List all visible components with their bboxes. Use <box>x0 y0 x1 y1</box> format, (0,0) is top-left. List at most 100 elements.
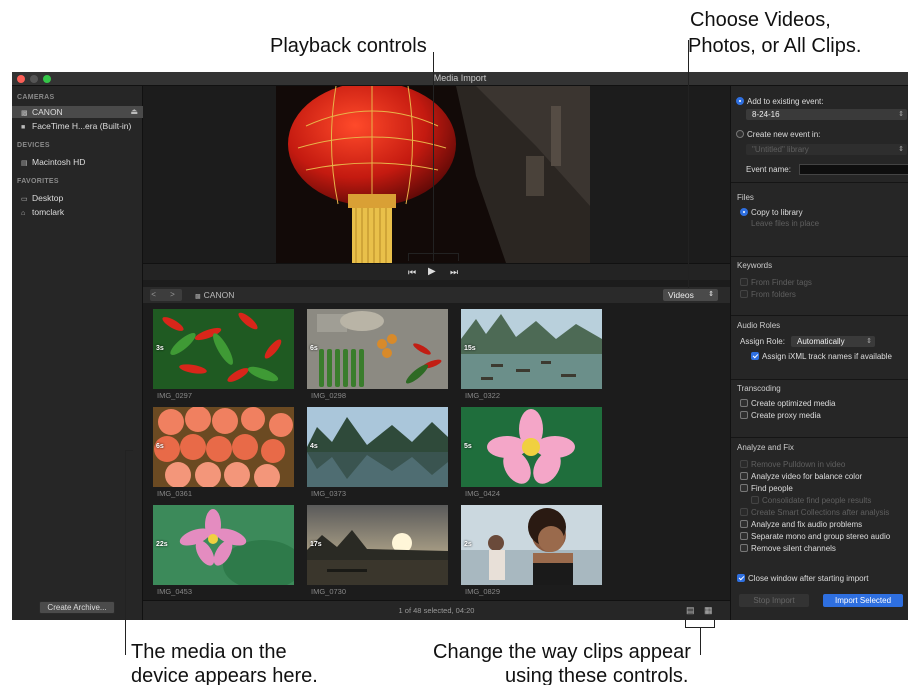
sidebar-item-desktop[interactable]: ▭ Desktop <box>12 192 143 204</box>
clip-thumbnail[interactable]: 17s <box>307 505 448 585</box>
callout-change-line2: using these controls. <box>505 665 689 685</box>
clip-thumbnail[interactable]: 15s <box>461 309 602 389</box>
analyze-fix-header: Analyze and Fix <box>737 443 794 452</box>
remove-silent-checkbox[interactable]: Remove silent channels <box>740 543 908 555</box>
remove-pulldown-checkbox[interactable]: Remove Pulldown in video <box>740 459 908 471</box>
filmstrip-view-icon[interactable]: ▦ <box>704 605 713 616</box>
assign-role-select[interactable]: Automatically ⇕ <box>791 336 875 347</box>
remove-silent-label: Remove silent channels <box>751 544 836 553</box>
audio-roles-section: Audio Roles Assign Role: Automatically ⇕ … <box>731 315 908 373</box>
analyze-audio-label: Analyze and fix audio problems <box>751 520 863 529</box>
import-options-panel: Add to existing event: 8-24-16 ⇕ Create n… <box>730 86 908 620</box>
checkbox-checked-icon <box>751 352 759 360</box>
clip-name: IMG_0453 <box>157 587 193 596</box>
browser-area: ⏮ ▶ ⏭ < > ▩ CANON Videos ⇕ 3s IMG_0297 6… <box>143 86 730 620</box>
peaches-thumbnail-image <box>153 407 294 487</box>
callout-line-media-tick <box>125 450 133 451</box>
up-down-arrows-icon: ⇕ <box>898 146 904 153</box>
proxy-media-checkbox[interactable]: Create proxy media <box>740 410 908 422</box>
pink-flower-thumbnail-image <box>461 407 602 487</box>
assign-ixml-label: Assign iXML track names if available <box>762 352 892 361</box>
callout-bracket-change-right <box>714 620 715 628</box>
transcoding-header: Transcoding <box>737 384 781 393</box>
callout-bracket-change-left <box>685 620 686 628</box>
checkbox-icon <box>740 278 748 286</box>
radio-selected-icon <box>740 208 748 216</box>
clip-duration: 15s <box>464 345 476 352</box>
from-folders-checkbox[interactable]: From folders <box>740 289 908 301</box>
lotus-thumbnail-image <box>153 505 294 585</box>
clip-name: IMG_0730 <box>311 587 347 596</box>
sidebar-item-label: tomclark <box>32 207 65 217</box>
clip-type-select[interactable]: Videos ⇕ <box>663 289 718 301</box>
keywords-section: Keywords From Finder tags From folders <box>731 256 908 306</box>
add-existing-label: Add to existing event: <box>747 97 824 106</box>
cameras-header: CAMERAS <box>17 94 55 101</box>
play-button[interactable]: ▶ <box>428 266 436 277</box>
desktop-icon: ▭ <box>21 196 28 203</box>
up-down-arrows-icon: ⇕ <box>866 338 872 345</box>
add-to-existing-event-radio[interactable]: Add to existing event: <box>736 96 908 108</box>
clip-duration: 17s <box>310 541 322 548</box>
create-archive-button[interactable]: Create Archive... <box>39 601 115 614</box>
transcoding-section: Transcoding Create optimized media Creat… <box>731 379 908 431</box>
audio-roles-header: Audio Roles <box>737 321 781 330</box>
eject-icon[interactable]: ⏏ <box>130 106 138 118</box>
clip-thumbnail[interactable]: 22s <box>153 505 294 585</box>
list-view-icon[interactable]: ▤ <box>686 605 695 616</box>
optimized-media-label: Create optimized media <box>751 399 836 408</box>
smart-collections-checkbox[interactable]: Create Smart Collections after analysis <box>740 507 908 519</box>
camera-icon: ▩ <box>195 294 201 300</box>
import-selected-button[interactable]: Import Selected <box>823 594 903 607</box>
analyze-balance-checkbox[interactable]: Analyze video for balance color <box>740 471 908 483</box>
clip-thumbnail[interactable]: 5s <box>461 407 602 487</box>
radio-selected-icon <box>736 97 744 105</box>
sidebar-item-canon[interactable]: ▩ CANON ⏏ <box>12 106 143 118</box>
clip-duration: 2s <box>464 541 472 548</box>
camera-icon: ▩ <box>21 110 28 117</box>
event-name-field[interactable] <box>799 164 908 175</box>
existing-event-value: 8-24-16 <box>752 110 780 119</box>
new-event-library-value: "Untitled" library <box>752 145 809 154</box>
optimized-media-checkbox[interactable]: Create optimized media <box>740 398 908 410</box>
previous-frame-button[interactable]: ⏮ <box>408 267 416 278</box>
separate-mono-checkbox[interactable]: Separate mono and group stereo audio <box>740 531 908 543</box>
analyze-balance-label: Analyze video for balance color <box>751 472 863 481</box>
devices-header: DEVICES <box>17 142 50 149</box>
callout-line-change <box>700 627 701 655</box>
find-people-checkbox[interactable]: Find people <box>740 483 908 495</box>
clip-thumbnail[interactable]: 6s <box>153 407 294 487</box>
clip-thumbnail[interactable]: 3s <box>153 309 294 389</box>
portrait-woman-thumbnail-image <box>461 505 602 585</box>
consolidate-people-label: Consolidate find people results <box>762 496 872 505</box>
status-bar: 1 of 48 selected, 04:20 ▤ ▦ <box>143 600 730 620</box>
checkbox-icon <box>751 496 759 504</box>
next-frame-button[interactable]: ⏭ <box>450 267 458 278</box>
leave-in-place-radio[interactable]: Leave files in place <box>751 218 908 230</box>
clip-thumbnail[interactable]: 2s <box>461 505 602 585</box>
back-forward-buttons[interactable]: < > <box>150 289 182 301</box>
checkbox-icon <box>740 484 748 492</box>
new-event-library-select[interactable]: "Untitled" library ⇕ <box>746 144 907 155</box>
analyze-audio-checkbox[interactable]: Analyze and fix audio problems <box>740 519 908 531</box>
consolidate-people-checkbox[interactable]: Consolidate find people results <box>751 495 908 507</box>
clip-duration: 3s <box>156 345 164 352</box>
assign-ixml-checkbox[interactable]: Assign iXML track names if available <box>751 351 908 363</box>
callout-media-line1: The media on the <box>131 641 287 663</box>
callout-bracket-playback-right <box>458 253 459 261</box>
clip-thumbnail[interactable]: 6s <box>307 309 448 389</box>
callout-choose-line1: Choose Videos, <box>690 9 831 31</box>
files-header: Files <box>737 193 754 202</box>
create-new-event-radio[interactable]: Create new event in: <box>736 129 908 141</box>
stop-import-button[interactable]: Stop Import <box>739 594 809 607</box>
from-finder-tags-checkbox[interactable]: From Finder tags <box>740 277 908 289</box>
existing-event-select[interactable]: 8-24-16 ⇕ <box>746 109 907 120</box>
leave-in-place-label: Leave files in place <box>751 219 820 228</box>
find-people-label: Find people <box>751 484 793 493</box>
sidebar-item-tomclark[interactable]: ⌂ tomclark <box>12 206 143 218</box>
sidebar-item-macintosh-hd[interactable]: ▤ Macintosh HD <box>12 156 143 168</box>
checkbox-icon <box>740 508 748 516</box>
clip-thumbnail[interactable]: 4s <box>307 407 448 487</box>
sidebar-item-facetime[interactable]: ■ FaceTime H...era (Built-in) <box>12 120 143 132</box>
close-window-checkbox[interactable]: Close window after starting import <box>737 573 908 585</box>
